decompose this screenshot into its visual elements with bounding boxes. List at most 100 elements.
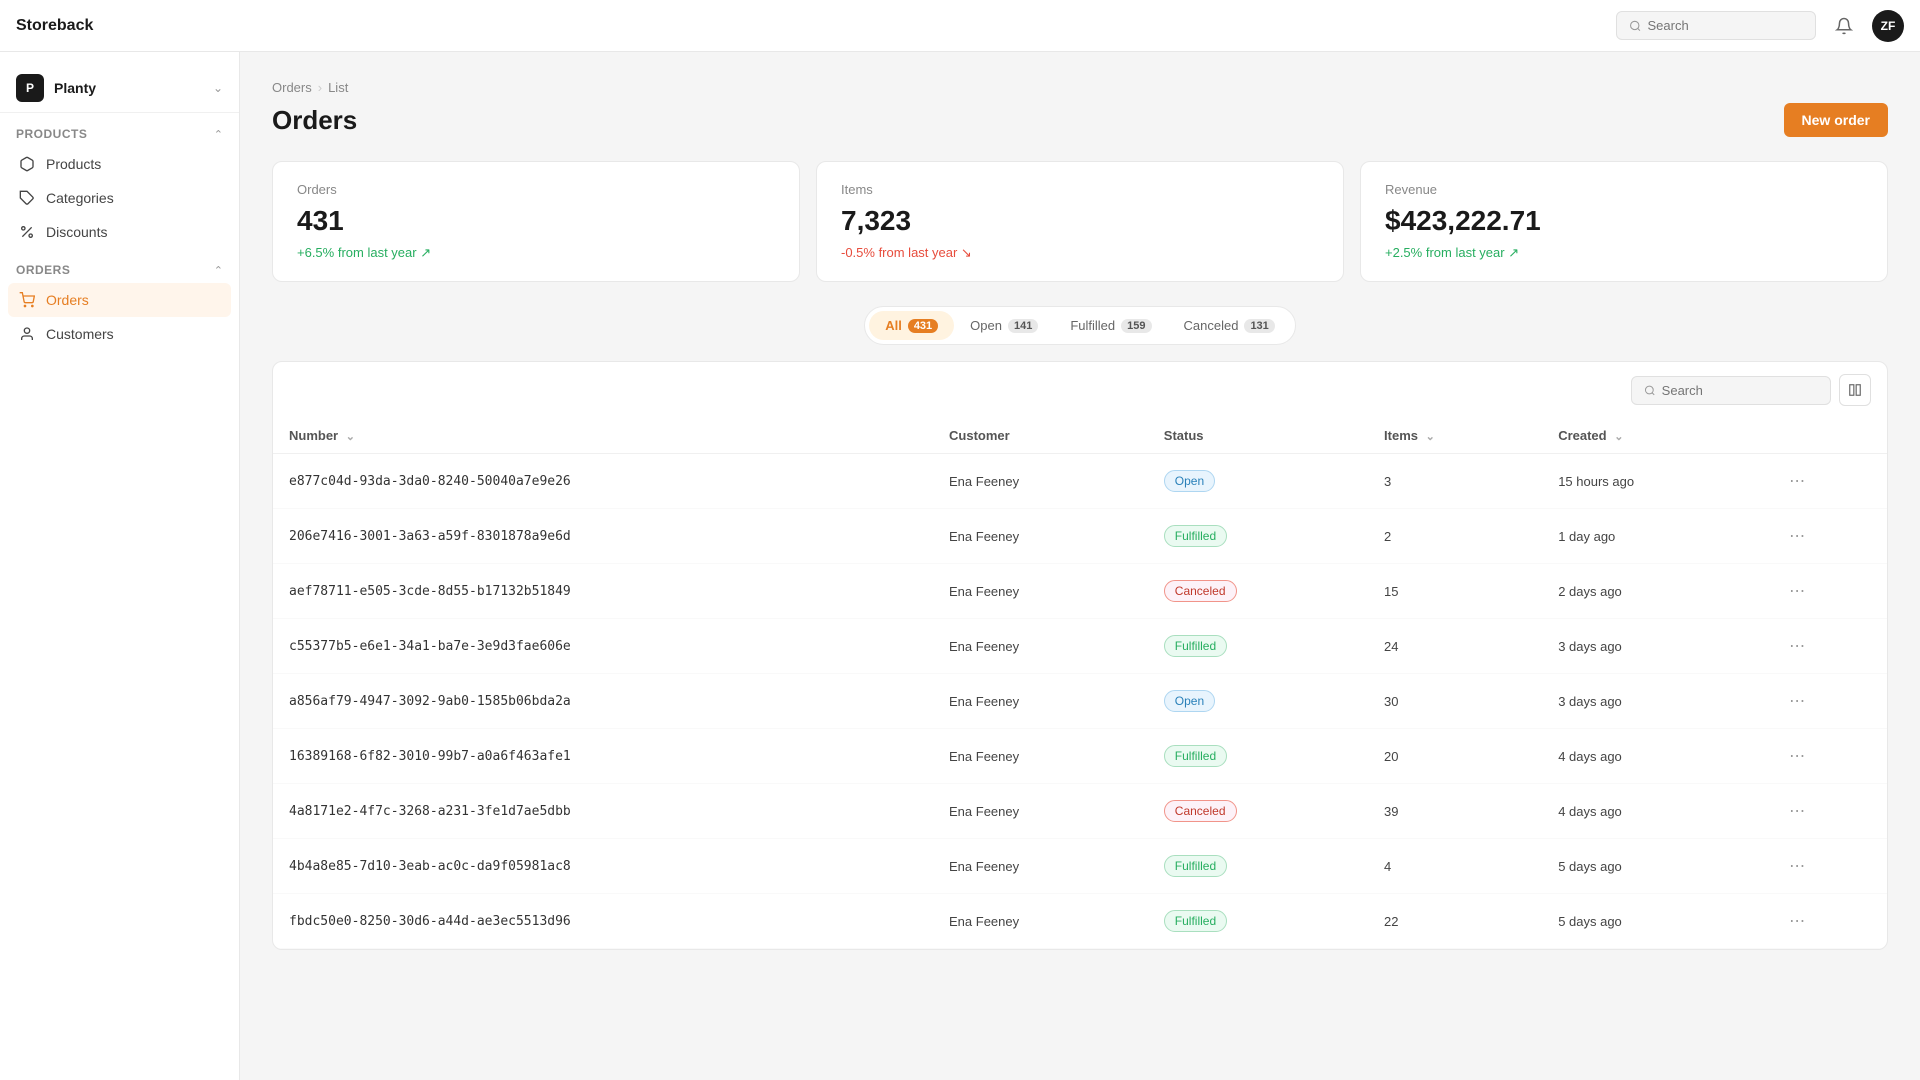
user-icon <box>18 325 36 343</box>
cell-customer: Ena Feeney <box>933 839 1148 894</box>
cell-order-id: aef78711-e505-3cde-8d55-b17132b51849 <box>273 564 933 619</box>
cell-items: 15 <box>1368 564 1542 619</box>
sidebar-item-customers[interactable]: Customers <box>8 317 231 351</box>
stat-orders-label: Orders <box>297 182 775 197</box>
cell-items: 39 <box>1368 784 1542 839</box>
tab-canceled-count: 131 <box>1244 319 1274 333</box>
table-row[interactable]: e877c04d-93da-3da0-8240-50040a7e9e26 Ena… <box>273 454 1887 509</box>
table-row[interactable]: 16389168-6f82-3010-99b7-a0a6f463afe1 Ena… <box>273 729 1887 784</box>
table-row[interactable]: 4b4a8e85-7d10-3eab-ac0c-da9f05981ac8 Ena… <box>273 839 1887 894</box>
cell-order-id: c55377b5-e6e1-34a1-ba7e-3e9d3fae606e <box>273 619 933 674</box>
box-icon <box>18 155 36 173</box>
sidebar-products-label: Products <box>46 156 101 172</box>
cell-status: Fulfilled <box>1148 839 1368 894</box>
row-more-button[interactable]: ⋯ <box>1785 577 1809 605</box>
cell-actions: ⋯ <box>1769 619 1887 674</box>
table-row[interactable]: fbdc50e0-8250-30d6-a44d-ae3ec5513d96 Ena… <box>273 894 1887 949</box>
table-row[interactable]: 206e7416-3001-3a63-a59f-8301878a9e6d Ena… <box>273 509 1887 564</box>
cell-status: Fulfilled <box>1148 894 1368 949</box>
col-created[interactable]: Created ⌄ <box>1542 418 1769 454</box>
stat-revenue-change: +2.5% from last year ↗ <box>1385 245 1863 261</box>
cell-order-id: 206e7416-3001-3a63-a59f-8301878a9e6d <box>273 509 933 564</box>
products-section-chevron-icon: ⌃ <box>214 128 223 141</box>
sidebar-item-discounts[interactable]: Discounts <box>8 215 231 249</box>
cell-items: 24 <box>1368 619 1542 674</box>
row-more-button[interactable]: ⋯ <box>1785 687 1809 715</box>
row-more-button[interactable]: ⋯ <box>1785 632 1809 660</box>
cell-items: 30 <box>1368 674 1542 729</box>
cell-items: 2 <box>1368 509 1542 564</box>
breadcrumb-parent[interactable]: Orders <box>272 80 312 95</box>
sidebar-item-categories[interactable]: Categories <box>8 181 231 215</box>
cell-customer: Ena Feeney <box>933 454 1148 509</box>
columns-toggle-button[interactable] <box>1839 374 1871 406</box>
table-row[interactable]: c55377b5-e6e1-34a1-ba7e-3e9d3fae606e Ena… <box>273 619 1887 674</box>
cell-status: Fulfilled <box>1148 729 1368 784</box>
col-actions <box>1769 418 1887 454</box>
sidebar-orders-section: Orders ⌃ Orders Customers <box>0 257 239 351</box>
cell-order-id: a856af79-4947-3092-9ab0-1585b06bda2a <box>273 674 933 729</box>
table-search-input[interactable] <box>1662 383 1818 398</box>
row-more-button[interactable]: ⋯ <box>1785 797 1809 825</box>
tab-fulfilled-count: 159 <box>1121 319 1151 333</box>
cell-status: Fulfilled <box>1148 509 1368 564</box>
orders-section-header[interactable]: Orders ⌃ <box>8 257 231 283</box>
row-more-button[interactable]: ⋯ <box>1785 907 1809 935</box>
tab-all[interactable]: All 431 <box>869 311 954 340</box>
stat-card-orders: Orders 431 +6.5% from last year ↗ <box>272 161 800 282</box>
tab-fulfilled-label: Fulfilled <box>1070 318 1115 333</box>
cell-actions: ⋯ <box>1769 729 1887 784</box>
user-avatar[interactable]: ZF <box>1872 10 1904 42</box>
store-chevron-icon: ⌄ <box>213 81 223 95</box>
topbar: Storeback ZF <box>0 0 1920 52</box>
sidebar-customers-label: Customers <box>46 326 114 342</box>
search-input[interactable] <box>1648 18 1803 33</box>
percent-icon <box>18 223 36 241</box>
store-name: Planty <box>54 80 203 96</box>
cell-order-id: 4a8171e2-4f7c-3268-a231-3fe1d7ae5dbb <box>273 784 933 839</box>
row-more-button[interactable]: ⋯ <box>1785 852 1809 880</box>
col-items[interactable]: Items ⌄ <box>1368 418 1542 454</box>
orders-table-card: Number ⌄ Customer Status Items ⌄ Created… <box>272 361 1888 950</box>
topbar-search-container <box>1616 11 1816 40</box>
cell-created: 4 days ago <box>1542 784 1769 839</box>
topbar-right: ZF <box>1616 10 1904 42</box>
cell-order-id: 16389168-6f82-3010-99b7-a0a6f463afe1 <box>273 729 933 784</box>
row-more-button[interactable]: ⋯ <box>1785 742 1809 770</box>
sidebar-categories-label: Categories <box>46 190 114 206</box>
cell-actions: ⋯ <box>1769 894 1887 949</box>
stat-revenue-label: Revenue <box>1385 182 1863 197</box>
row-more-button[interactable]: ⋯ <box>1785 522 1809 550</box>
cell-actions: ⋯ <box>1769 454 1887 509</box>
col-number[interactable]: Number ⌄ <box>273 418 933 454</box>
tab-open-count: 141 <box>1008 319 1038 333</box>
tab-canceled[interactable]: Canceled 131 <box>1168 311 1291 340</box>
cell-customer: Ena Feeney <box>933 784 1148 839</box>
table-row[interactable]: a856af79-4947-3092-9ab0-1585b06bda2a Ena… <box>273 674 1887 729</box>
cell-items: 3 <box>1368 454 1542 509</box>
breadcrumb: Orders › List <box>272 80 1888 95</box>
cell-order-id: 4b4a8e85-7d10-3eab-ac0c-da9f05981ac8 <box>273 839 933 894</box>
store-selector[interactable]: P Planty ⌄ <box>0 64 239 113</box>
sidebar-orders-label: Orders <box>46 292 89 308</box>
sidebar-item-orders[interactable]: Orders <box>8 283 231 317</box>
table-row[interactable]: 4a8171e2-4f7c-3268-a231-3fe1d7ae5dbb Ena… <box>273 784 1887 839</box>
cell-actions: ⋯ <box>1769 784 1887 839</box>
stat-revenue-value: $423,222.71 <box>1385 205 1863 237</box>
number-sort-icon: ⌄ <box>346 431 355 443</box>
brand-logo: Storeback <box>16 17 93 35</box>
cell-customer: Ena Feeney <box>933 729 1148 784</box>
tab-all-count: 431 <box>908 319 938 333</box>
tab-fulfilled[interactable]: Fulfilled 159 <box>1054 311 1167 340</box>
table-row[interactable]: aef78711-e505-3cde-8d55-b17132b51849 Ena… <box>273 564 1887 619</box>
cell-created: 2 days ago <box>1542 564 1769 619</box>
sidebar-item-products[interactable]: Products <box>8 147 231 181</box>
cell-customer: Ena Feeney <box>933 619 1148 674</box>
notifications-button[interactable] <box>1828 10 1860 42</box>
row-more-button[interactable]: ⋯ <box>1785 467 1809 495</box>
stats-row: Orders 431 +6.5% from last year ↗ Items … <box>272 161 1888 282</box>
new-order-button[interactable]: New order <box>1784 103 1888 137</box>
products-section-header[interactable]: Products ⌃ <box>8 121 231 147</box>
items-sort-icon: ⌄ <box>1426 431 1435 443</box>
tab-open[interactable]: Open 141 <box>954 311 1054 340</box>
